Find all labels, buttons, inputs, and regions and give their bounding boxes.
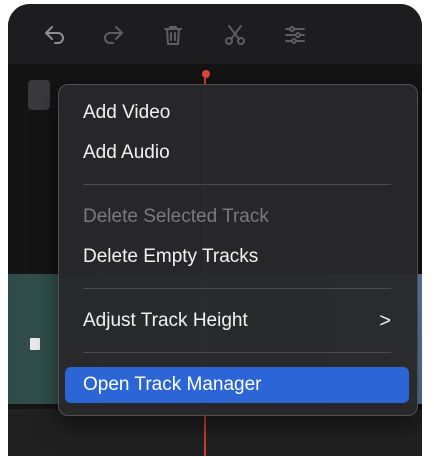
track-marker-icon bbox=[30, 338, 40, 350]
menu-item-delete-empty-tracks[interactable]: Delete Empty Tracks bbox=[65, 239, 409, 275]
adjust-icon[interactable] bbox=[282, 22, 308, 48]
menu-item-open-track-manager[interactable]: Open Track Manager bbox=[65, 367, 409, 403]
playhead-handle[interactable] bbox=[202, 70, 210, 78]
empty-track bbox=[8, 409, 422, 456]
menu-item-label: Adjust Track Height bbox=[83, 310, 248, 331]
context-menu: Add Video Add Audio Delete Selected Trac… bbox=[58, 84, 418, 416]
track-panel-button[interactable] bbox=[28, 80, 50, 110]
menu-item-adjust-track-height[interactable]: Adjust Track Height > bbox=[65, 303, 409, 339]
menu-item-add-video[interactable]: Add Video bbox=[65, 95, 409, 131]
chevron-right-icon: > bbox=[379, 310, 391, 332]
menu-item-label: Delete Empty Tracks bbox=[83, 246, 259, 267]
menu-separator bbox=[83, 184, 391, 185]
menu-separator bbox=[83, 288, 391, 289]
menu-item-label: Delete Selected Track bbox=[83, 206, 269, 227]
redo-icon[interactable] bbox=[100, 22, 126, 48]
undo-icon[interactable] bbox=[42, 22, 68, 48]
trash-icon[interactable] bbox=[160, 22, 186, 48]
editor-window: Add Video Add Audio Delete Selected Trac… bbox=[8, 4, 422, 456]
toolbar bbox=[8, 4, 422, 64]
menu-item-add-audio[interactable]: Add Audio bbox=[65, 135, 409, 171]
menu-item-label: Add Audio bbox=[83, 142, 170, 163]
menu-separator bbox=[83, 352, 391, 353]
scissors-icon[interactable] bbox=[222, 22, 248, 48]
menu-item-delete-selected-track: Delete Selected Track bbox=[65, 199, 409, 235]
menu-item-label: Add Video bbox=[83, 102, 171, 123]
menu-item-label: Open Track Manager bbox=[83, 374, 262, 395]
